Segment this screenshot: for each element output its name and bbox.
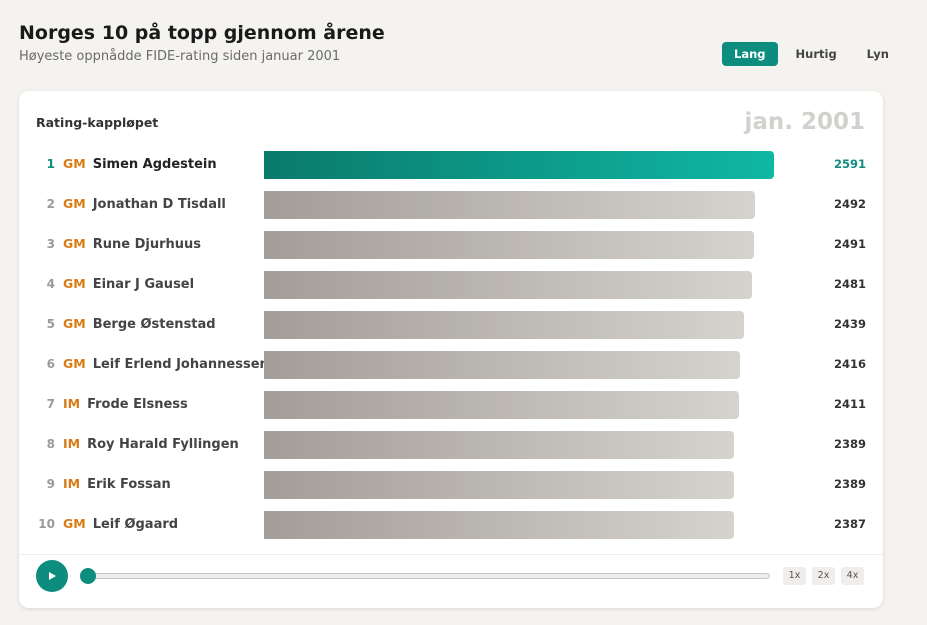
- player-name: Leif Erlend Johannessen: [92, 357, 269, 372]
- rating-bar: [264, 311, 745, 339]
- rating-value: 2411: [833, 397, 866, 411]
- rating-bar: [264, 351, 740, 379]
- rating-bar: [264, 231, 755, 259]
- player-label: IM Frode Elsness: [63, 396, 188, 412]
- rank-label: 8: [46, 437, 55, 451]
- rank-label: 5: [46, 317, 55, 331]
- rating-value: 2389: [833, 437, 866, 451]
- play-button[interactable]: [36, 560, 68, 592]
- timeline-slider-track[interactable]: [88, 573, 770, 579]
- tab-lang[interactable]: Lang: [722, 42, 778, 66]
- player-label: IM Roy Harald Fyllingen: [63, 436, 239, 452]
- rating-value: 2492: [833, 197, 866, 211]
- player-title-badge: GM: [63, 356, 86, 371]
- player-name: Roy Harald Fyllingen: [87, 437, 239, 452]
- player-name: Jonathan D Tisdall: [92, 197, 226, 212]
- player-label: GM Einar J Gausel: [63, 276, 194, 292]
- speed-controls: 1x 2x 4x: [783, 567, 864, 585]
- player-name: Rune Djurhuus: [92, 237, 201, 252]
- player-title-badge: IM: [63, 396, 81, 411]
- header: Norges 10 på topp gjennom årene Høyeste …: [19, 20, 719, 66]
- current-date-label: jan. 2001: [744, 109, 865, 135]
- rank-label: 1: [46, 157, 55, 171]
- rating-bar: [264, 151, 774, 179]
- player-title-badge: IM: [63, 476, 81, 491]
- page-title: Norges 10 på topp gjennom årene: [19, 22, 385, 44]
- player-name: Einar J Gausel: [92, 277, 195, 292]
- player-label: GM Leif Erlend Johannessen: [63, 356, 269, 372]
- play-icon: [49, 572, 56, 580]
- rating-bar: [264, 511, 734, 539]
- player-title-badge: GM: [63, 516, 86, 531]
- player-label: GM Leif Øgaard: [63, 516, 178, 532]
- rank-label: 7: [46, 397, 55, 411]
- rating-value: 2481: [833, 277, 866, 291]
- rating-value: 2387: [833, 517, 866, 531]
- chart-row: 4 GM Einar J Gausel 2481: [19, 265, 883, 305]
- player-name: Berge Østenstad: [92, 317, 216, 332]
- chart-row: 8 IM Roy Harald Fyllingen 2389: [19, 425, 883, 465]
- chart-row: 10 GM Leif Øgaard 2387: [19, 505, 883, 545]
- rating-value: 2416: [833, 357, 866, 371]
- player-label: IM Erik Fossan: [63, 476, 171, 492]
- rating-value: 2591: [833, 157, 866, 171]
- chart-row: 1 GM Simen Agdestein 2591: [19, 145, 883, 185]
- rating-value: 2389: [833, 477, 866, 491]
- rank-label: 3: [46, 237, 55, 251]
- rating-value: 2439: [833, 317, 866, 331]
- speed-button-1x[interactable]: 1x: [783, 567, 806, 585]
- chart-row: 3 GM Rune Djurhuus 2491: [19, 225, 883, 265]
- rating-value: 2491: [833, 237, 866, 251]
- player-name: Frode Elsness: [87, 397, 188, 412]
- speed-button-4x[interactable]: 4x: [841, 567, 864, 585]
- player-label: GM Berge Østenstad: [63, 316, 216, 332]
- chart-row: 6 GM Leif Erlend Johannessen 2416: [19, 345, 883, 385]
- rating-bar: [264, 391, 739, 419]
- player-title-badge: IM: [63, 436, 81, 451]
- player-title-badge: GM: [63, 156, 86, 171]
- player-label: GM Jonathan D Tisdall: [63, 196, 226, 212]
- timeline-slider-handle[interactable]: [80, 568, 96, 584]
- page-subtitle: Høyeste oppnådde FIDE-rating siden janua…: [19, 49, 341, 64]
- rating-bar: [264, 191, 755, 219]
- player-title-badge: GM: [63, 276, 86, 291]
- rank-label: 4: [46, 277, 55, 291]
- chart-title: Rating-kappløpet: [36, 115, 159, 130]
- rating-bar: [264, 471, 735, 499]
- player-name: Erik Fossan: [87, 477, 171, 492]
- chart-row: 2 GM Jonathan D Tisdall 2492: [19, 185, 883, 225]
- chart-row: 5 GM Berge Østenstad 2439: [19, 305, 883, 345]
- player-name: Leif Øgaard: [92, 517, 179, 532]
- rank-label: 10: [38, 517, 55, 531]
- divider: [19, 554, 883, 555]
- speed-button-2x[interactable]: 2x: [812, 567, 835, 585]
- rating-bar: [264, 431, 735, 459]
- time-control-tabs: Lang Hurtig Lyn: [722, 42, 901, 66]
- player-name: Simen Agdestein: [92, 157, 217, 172]
- player-title-badge: GM: [63, 196, 86, 211]
- tab-hurtig[interactable]: Hurtig: [784, 42, 849, 66]
- chart-row: 9 IM Erik Fossan 2389: [19, 465, 883, 505]
- chart-row: 7 IM Frode Elsness 2411: [19, 385, 883, 425]
- player-label: GM Simen Agdestein: [63, 156, 217, 172]
- rank-label: 6: [46, 357, 55, 371]
- player-label: GM Rune Djurhuus: [63, 236, 201, 252]
- rank-label: 9: [46, 477, 55, 491]
- rating-bar: [264, 271, 753, 299]
- player-title-badge: GM: [63, 236, 86, 251]
- player-title-badge: GM: [63, 316, 86, 331]
- chart-card: Rating-kappløpet jan. 2001 1 GM Simen Agde…: [19, 91, 883, 608]
- rank-label: 2: [46, 197, 55, 211]
- tab-lyn[interactable]: Lyn: [855, 42, 901, 66]
